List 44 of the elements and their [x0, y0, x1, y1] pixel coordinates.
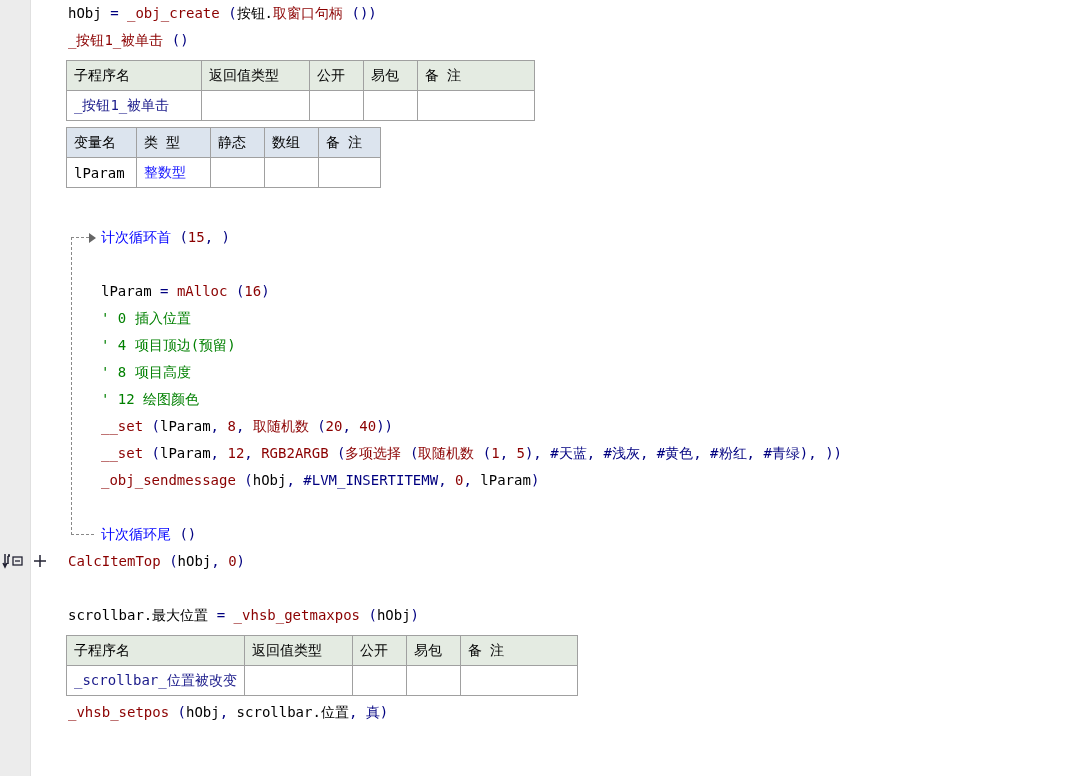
column-header: 返回值类型 — [201, 60, 310, 91]
code-line: ' 8 项目高度 — [101, 364, 191, 380]
subroutine-name-cell: _scrollbar_位置被改变 — [66, 665, 245, 696]
table-cell — [318, 157, 381, 188]
code-line: ' 0 插入位置 — [101, 310, 191, 326]
column-header: 备 注 — [417, 60, 535, 91]
table-cell — [309, 90, 364, 121]
code-line: lParam = mAlloc (16) — [101, 283, 270, 299]
column-header: 类 型 — [136, 127, 211, 158]
code-line: 计次循环首 (15, ) — [101, 229, 230, 245]
column-header: 备 注 — [318, 127, 381, 158]
code-line: ' 12 绘图颜色 — [101, 391, 200, 407]
column-header: 静态 — [210, 127, 265, 158]
column-header: 子程序名 — [66, 60, 202, 91]
code-line: _vhsb_setpos (hObj, scrollbar.位置, 真) — [68, 704, 389, 720]
code-line: hObj = _obj_create (按钮.取窗口句柄 ()) — [68, 5, 377, 21]
variable-name-cell: lParam — [66, 157, 137, 188]
code-line: ' 4 项目顶边(预留) — [101, 337, 236, 353]
column-header: 易包 — [406, 635, 461, 666]
breakpoint-arrow-icon[interactable] — [2, 553, 24, 569]
plus-icon[interactable] — [33, 554, 47, 568]
code-line: __set (lParam, 12, RGB2ARGB (多项选择 (取随机数 (1, 5), #天蓝, #浅灰, #黄色, #粉红, #青绿), )) — [101, 445, 842, 461]
column-header: 公开 — [309, 60, 364, 91]
type-link[interactable]: 整数型 — [136, 157, 211, 188]
code-line: _obj_sendmessage (hObj, #LVM_INSERTITEMW, 0, lParam) — [101, 472, 540, 488]
column-header: 变量名 — [66, 127, 137, 158]
triangle-icon[interactable] — [89, 233, 96, 243]
column-header: 公开 — [352, 635, 407, 666]
column-header: 子程序名 — [66, 635, 245, 666]
table-cell — [210, 157, 265, 188]
code-line: _按钮1_被单击 () — [68, 32, 189, 48]
subroutine-name-cell: _按钮1_被单击 — [66, 90, 202, 121]
column-header: 易包 — [363, 60, 418, 91]
table-cell — [352, 665, 407, 696]
code-line: 计次循环尾 () — [101, 526, 197, 542]
table-cell — [406, 665, 461, 696]
table-cell — [264, 157, 319, 188]
code-line: __set (lParam, 8, 取随机数 (20, 40)) — [101, 418, 394, 434]
code-line: CalcItemTop (hObj, 0) — [68, 553, 246, 569]
column-header: 备 注 — [460, 635, 578, 666]
column-header: 返回值类型 — [244, 635, 353, 666]
table-cell — [363, 90, 418, 121]
column-header: 数组 — [264, 127, 319, 158]
code-line: scrollbar.最大位置 = _vhsb_getmaxpos (hObj) — [68, 607, 420, 623]
